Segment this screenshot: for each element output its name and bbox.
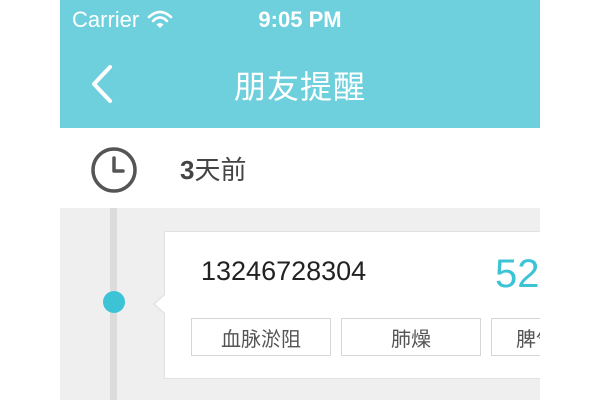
phone-screen: Carrier 9:05 PM 朋友提醒 3天前 13246728304 52: [60, 0, 540, 400]
tag-item[interactable]: 脾气: [491, 318, 540, 356]
time-ago-number: 3: [180, 155, 195, 185]
friend-score: 52: [495, 252, 540, 296]
status-time: 9:05 PM: [258, 7, 342, 32]
time-row: 3天前: [60, 128, 540, 208]
clock-icon: [91, 147, 137, 193]
tag-item[interactable]: 肺燥: [341, 318, 481, 356]
time-ago-unit: 天前: [194, 156, 247, 186]
friend-phone-number: 13246728304: [201, 256, 367, 286]
page-title: 朋友提醒: [233, 68, 366, 106]
friend-card[interactable]: 13246728304 52 血脉淤阻 肺燥 脾气: [164, 231, 540, 379]
card-pointer-inner: [155, 294, 166, 314]
tag-item[interactable]: 血脉淤阻: [191, 318, 331, 356]
timeline-dot: [103, 291, 125, 313]
time-ago-label: 3天前: [180, 150, 246, 187]
header-bar: Carrier 9:05 PM 朋友提醒: [60, 0, 540, 128]
tag-list: 血脉淤阻 肺燥 脾气: [191, 318, 540, 356]
